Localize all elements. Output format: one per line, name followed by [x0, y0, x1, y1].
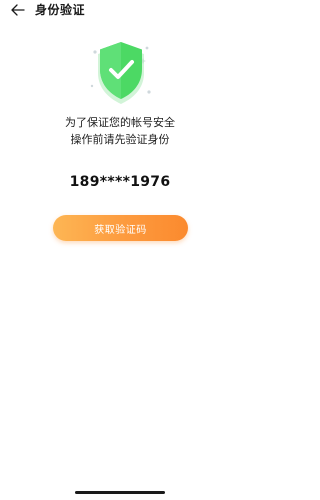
verification-message: 为了保证您的帐号安全 操作前请先验证身份 — [0, 114, 240, 148]
arrow-left-icon — [11, 4, 25, 16]
shield-check-icon — [90, 42, 151, 104]
message-line-2: 操作前请先验证身份 — [70, 133, 170, 146]
home-indicator — [75, 491, 165, 494]
masked-phone-number: 189****1976 — [69, 174, 171, 190]
get-verification-code-button[interactable]: 获取验证码 — [53, 215, 188, 241]
shield-illustration — [85, 38, 157, 108]
get-code-label: 获取验证码 — [94, 224, 147, 236]
message-line-1: 为了保证您的帐号安全 — [65, 116, 175, 129]
back-button[interactable] — [8, 1, 28, 19]
page-title: 身份验证 — [35, 3, 86, 17]
top-bar: 身份验证 — [0, 0, 240, 22]
